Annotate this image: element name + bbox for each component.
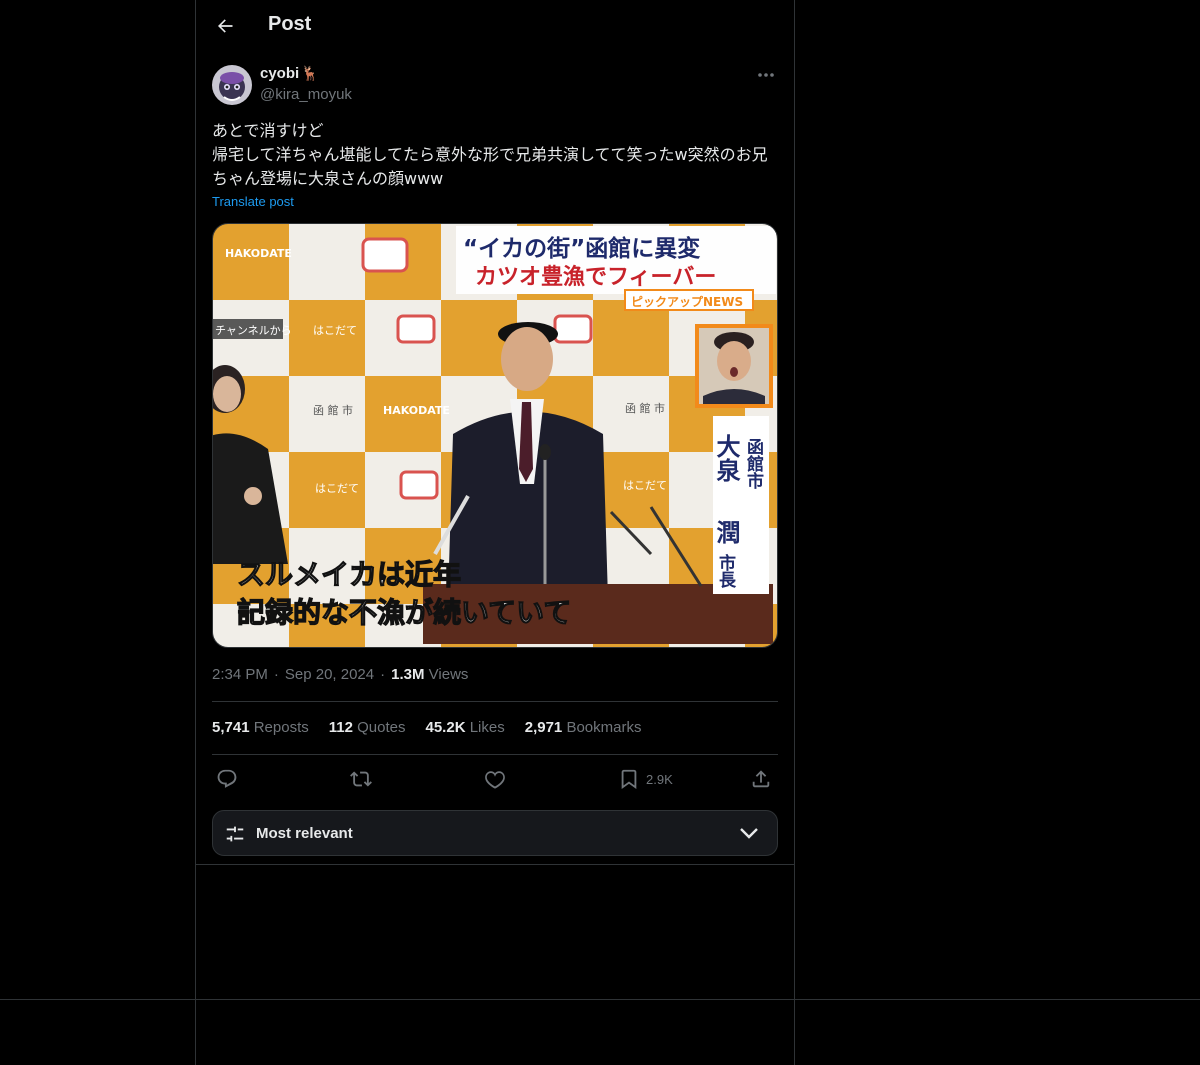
headline-top: “イカの街”函館に異変 bbox=[463, 235, 700, 262]
page-header: Post bbox=[196, 0, 794, 53]
translate-link[interactable]: Translate post bbox=[212, 194, 294, 209]
right-column-border bbox=[794, 0, 795, 1065]
stat-count: 45.2K bbox=[425, 719, 466, 736]
news-tag: ピックアップNEWS bbox=[631, 294, 743, 309]
stat-label: Reposts bbox=[253, 719, 309, 736]
reply-button[interactable] bbox=[216, 765, 238, 793]
back-button[interactable] bbox=[208, 9, 242, 43]
repost-icon bbox=[350, 771, 372, 787]
backdrop-text: 函 館 市 bbox=[625, 401, 665, 415]
author-handle[interactable]: @kira_moyuk bbox=[260, 86, 352, 103]
views-count-wrap[interactable]: 1.3M Views bbox=[391, 666, 468, 683]
reply-icon bbox=[217, 769, 237, 788]
tv-screenshot: HAKODATE HAKODATE 函 館 市 函 館 市 はこだて はこだて … bbox=[213, 224, 777, 647]
backdrop-text: はこだて bbox=[315, 482, 359, 495]
stat-count: 2,971 bbox=[524, 719, 563, 736]
post-detail-column: Post cyobi 🦌 @kira_moyuk あとで消すけど 帰宅して洋ちゃ… bbox=[196, 0, 794, 865]
caption-line-1: スルメイカは近年 bbox=[237, 558, 461, 591]
channel-tag: チャンネルから bbox=[215, 324, 292, 337]
deer-emoji: 🦌 bbox=[301, 65, 319, 82]
display-name[interactable]: cyobi bbox=[260, 65, 299, 82]
post-date[interactable]: Sep 20, 2024 bbox=[285, 666, 374, 683]
nameplate-city: 函館市 bbox=[743, 438, 765, 489]
stat-count: 5,741 bbox=[212, 719, 250, 736]
post-meta: 2:34 PM · Sep 20, 2024 · 1.3M Views bbox=[212, 666, 468, 683]
more-horizontal-icon bbox=[758, 73, 774, 77]
author-name-row: cyobi 🦌 bbox=[260, 65, 319, 82]
replies-sort-dropdown[interactable]: Most relevant bbox=[212, 810, 778, 856]
post-time[interactable]: 2:34 PM bbox=[212, 666, 268, 683]
post-author: cyobi 🦌 @kira_moyuk bbox=[212, 65, 778, 107]
like-button[interactable] bbox=[484, 765, 506, 793]
avatar[interactable] bbox=[212, 65, 252, 105]
sliders-icon bbox=[226, 826, 244, 842]
stat-quotes[interactable]: 112 Quotes bbox=[329, 719, 406, 736]
page-title: Post bbox=[268, 13, 312, 35]
chevron-down-icon bbox=[740, 828, 758, 839]
stat-reposts[interactable]: 5,741 Reposts bbox=[212, 719, 309, 736]
post-stats: 5,741 Reposts 112 Quotes 45.2K Likes 2,9… bbox=[212, 719, 641, 736]
post-media-image[interactable]: HAKODATE HAKODATE 函 館 市 函 館 市 はこだて はこだて … bbox=[212, 223, 778, 648]
meta-dot: · bbox=[380, 666, 386, 683]
backdrop-text: はこだて bbox=[313, 324, 357, 337]
views-count: 1.3M bbox=[391, 666, 425, 683]
bookmark-icon bbox=[621, 769, 637, 790]
bottom-divider bbox=[0, 999, 1200, 1000]
share-button[interactable] bbox=[750, 765, 772, 793]
repost-button[interactable] bbox=[350, 765, 372, 793]
share-icon bbox=[752, 770, 770, 788]
sort-label: Most relevant bbox=[256, 825, 353, 842]
stat-count: 112 bbox=[328, 719, 353, 736]
headline-bottom: カツオ豊漁でフィーバー bbox=[475, 264, 716, 290]
nameplate-title: 市長 bbox=[715, 553, 736, 589]
action-bar: 2.9K bbox=[212, 765, 778, 793]
backdrop-text: HAKODATE bbox=[383, 404, 450, 417]
stat-label: Bookmarks bbox=[566, 719, 642, 736]
bookmark-button[interactable]: 2.9K bbox=[618, 765, 673, 793]
caption-line-2: 記録的な不漁が続いていて bbox=[237, 596, 571, 629]
bookmark-count: 2.9K bbox=[646, 771, 673, 787]
post-text: あとで消すけど 帰宅して洋ちゃん堪能してたら意外な形で兄弟共演してて笑ったw突然… bbox=[212, 121, 768, 188]
heart-icon bbox=[485, 771, 505, 789]
meta-dot: · bbox=[273, 666, 279, 683]
backdrop-text: HAKODATE bbox=[225, 247, 292, 260]
arrow-left-icon bbox=[218, 19, 233, 33]
nameplate-given: 潤 bbox=[712, 520, 740, 545]
stat-label: Likes bbox=[469, 719, 505, 736]
more-options-button[interactable] bbox=[754, 65, 778, 85]
stat-likes[interactable]: 45.2K Likes bbox=[426, 719, 505, 736]
divider bbox=[212, 754, 778, 755]
stat-bookmarks[interactable]: 2,971 Bookmarks bbox=[525, 719, 642, 736]
stat-label: Quotes bbox=[357, 719, 406, 736]
nameplate-surname: 大泉 bbox=[712, 434, 740, 483]
backdrop-text: はこだて bbox=[623, 479, 667, 492]
divider bbox=[212, 701, 778, 702]
backdrop-text: 函 館 市 bbox=[313, 403, 353, 417]
views-label: Views bbox=[428, 666, 469, 683]
